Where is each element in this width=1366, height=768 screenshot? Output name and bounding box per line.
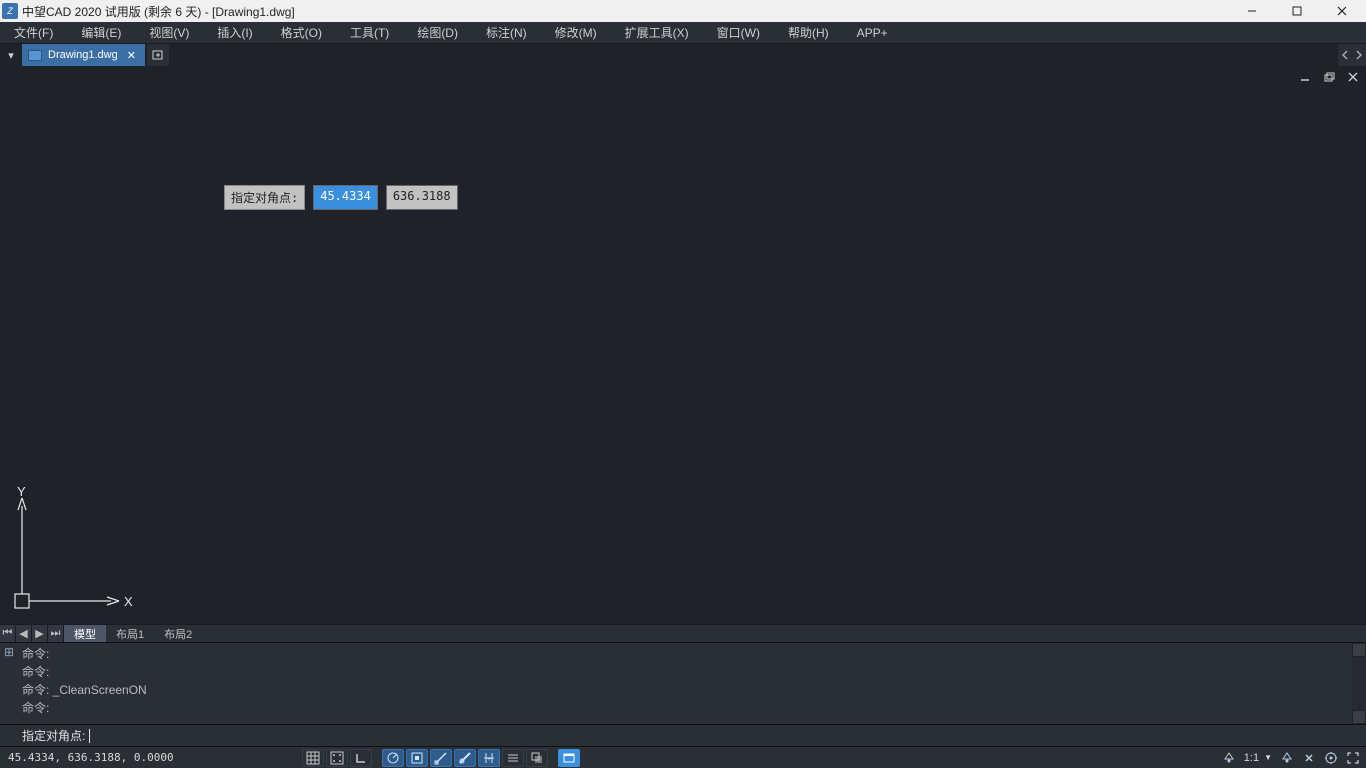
command-line: 命令:: [22, 699, 1360, 717]
app-icon: Z: [2, 3, 18, 19]
svg-text:+: +: [487, 756, 491, 763]
layout-nav-first[interactable]: ⏮: [0, 625, 16, 642]
document-tab-active[interactable]: Drawing1.dwg ✕: [22, 44, 145, 66]
window-close-button[interactable]: [1319, 0, 1364, 22]
tab-close-button[interactable]: ✕: [124, 49, 139, 62]
tab-scroll-buttons[interactable]: [1338, 44, 1366, 66]
command-handle-icon[interactable]: ⊞: [4, 645, 14, 659]
status-coords[interactable]: 45.4334, 636.3188, 0.0000: [0, 751, 182, 764]
menu-appplus[interactable]: APP+: [843, 22, 902, 43]
layout-tab-layout1[interactable]: 布局1: [106, 625, 154, 642]
dwg-icon: [28, 50, 42, 61]
statusbar: 45.4334, 636.3188, 0.0000 + 1:1 ▼: [0, 746, 1366, 768]
layout-tab-layout2[interactable]: 布局2: [154, 625, 202, 642]
annotation-visibility-icon[interactable]: [1280, 751, 1294, 765]
chevron-down-icon: ▼: [1264, 753, 1272, 762]
command-scrollbar[interactable]: [1352, 643, 1366, 724]
dynamic-input-y-field[interactable]: 636.3188: [386, 185, 458, 210]
dynamic-input-tooltip: 指定对角点: 45.4334 636.3188: [224, 185, 458, 210]
dynamic-input-x-field[interactable]: 45.4334: [313, 185, 378, 210]
status-toggle-group: +: [302, 749, 580, 767]
new-tab-button[interactable]: [147, 44, 169, 66]
statusbar-right: 1:1 ▼: [1222, 751, 1366, 765]
toggle-ortho[interactable]: [350, 749, 372, 767]
drawing-area[interactable]: 指定对角点: 45.4334 636.3188 Y X: [0, 66, 1366, 624]
layout-nav-next[interactable]: ▶: [32, 625, 48, 642]
command-line: 命令:: [22, 645, 1360, 663]
layout-nav-last[interactable]: ⏭: [48, 625, 64, 642]
svg-text:X: X: [124, 594, 133, 609]
svg-text:Y: Y: [17, 486, 26, 499]
menubar: 文件(F) 编辑(E) 视图(V) 插入(I) 格式(O) 工具(T) 绘图(D…: [0, 22, 1366, 44]
document-tabs: ▾ Drawing1.dwg ✕: [0, 44, 1366, 66]
toggle-dyn-input[interactable]: +: [478, 749, 500, 767]
toggle-otrack[interactable]: [430, 749, 452, 767]
layout-tab-model[interactable]: 模型: [64, 625, 106, 642]
toggle-snap-mode[interactable]: [326, 749, 348, 767]
mdi-window-controls: [1296, 70, 1362, 84]
command-line: 命令: _CleanScreenON: [22, 681, 1360, 699]
menu-extension[interactable]: 扩展工具(X): [611, 22, 703, 43]
command-history[interactable]: ⊞ 命令: 命令: 命令: _CleanScreenON 命令:: [0, 643, 1366, 724]
fullscreen-icon[interactable]: [1346, 751, 1360, 765]
command-line: 命令:: [22, 663, 1360, 681]
toggle-clean-screen[interactable]: [558, 749, 580, 767]
menu-modify[interactable]: 修改(M): [541, 22, 611, 43]
layout-nav-prev[interactable]: ◀: [16, 625, 32, 642]
mdi-close-button[interactable]: [1344, 70, 1362, 84]
command-input[interactable]: 指定对角点:: [0, 724, 1366, 746]
mdi-minimize-button[interactable]: [1296, 70, 1314, 84]
toggle-transparency[interactable]: [526, 749, 548, 767]
menu-file[interactable]: 文件(F): [0, 22, 67, 43]
menu-window[interactable]: 窗口(W): [703, 22, 774, 43]
command-prompt: 指定对角点:: [22, 727, 85, 744]
menu-insert[interactable]: 插入(I): [203, 22, 266, 43]
menu-draw[interactable]: 绘图(D): [403, 22, 472, 43]
menu-edit[interactable]: 编辑(E): [67, 22, 135, 43]
scale-label: 1:1: [1244, 752, 1259, 764]
menu-tools[interactable]: 工具(T): [336, 22, 403, 43]
menu-help[interactable]: 帮助(H): [774, 22, 843, 43]
titlebar: Z 中望CAD 2020 试用版 (剩余 6 天) - [Drawing1.dw…: [0, 0, 1366, 22]
menu-view[interactable]: 视图(V): [135, 22, 203, 43]
toggle-osnap[interactable]: [406, 749, 428, 767]
document-tab-label: Drawing1.dwg: [48, 49, 118, 61]
window-minimize-button[interactable]: [1229, 0, 1274, 22]
toggle-cycle[interactable]: [502, 749, 524, 767]
toggle-polar[interactable]: [382, 749, 404, 767]
annotation-scale-icon[interactable]: [1222, 751, 1236, 765]
command-window: ⊞ 命令: 命令: 命令: _CleanScreenON 命令: 指定对角点:: [0, 642, 1366, 746]
menu-format[interactable]: 格式(O): [267, 22, 336, 43]
annotation-autoscale-icon[interactable]: [1302, 751, 1316, 765]
window-title: 中望CAD 2020 试用版 (剩余 6 天) - [Drawing1.dwg]: [22, 3, 295, 20]
layout-tabs: ⏮ ◀ ▶ ⏭ 模型 布局1 布局2: [0, 624, 1366, 642]
cursor-icon: [89, 729, 90, 743]
ucs-icon: Y X: [9, 486, 139, 616]
annotation-scale[interactable]: 1:1 ▼: [1244, 752, 1272, 764]
mdi-restore-button[interactable]: [1320, 70, 1338, 84]
toggle-grid-display[interactable]: [302, 749, 324, 767]
dynamic-input-label: 指定对角点:: [224, 185, 305, 210]
window-maximize-button[interactable]: [1274, 0, 1319, 22]
tab-dropdown-icon[interactable]: ▾: [0, 44, 22, 66]
toggle-lineweight[interactable]: [454, 749, 476, 767]
menu-dimension[interactable]: 标注(N): [472, 22, 541, 43]
workspace-settings-icon[interactable]: [1324, 751, 1338, 765]
